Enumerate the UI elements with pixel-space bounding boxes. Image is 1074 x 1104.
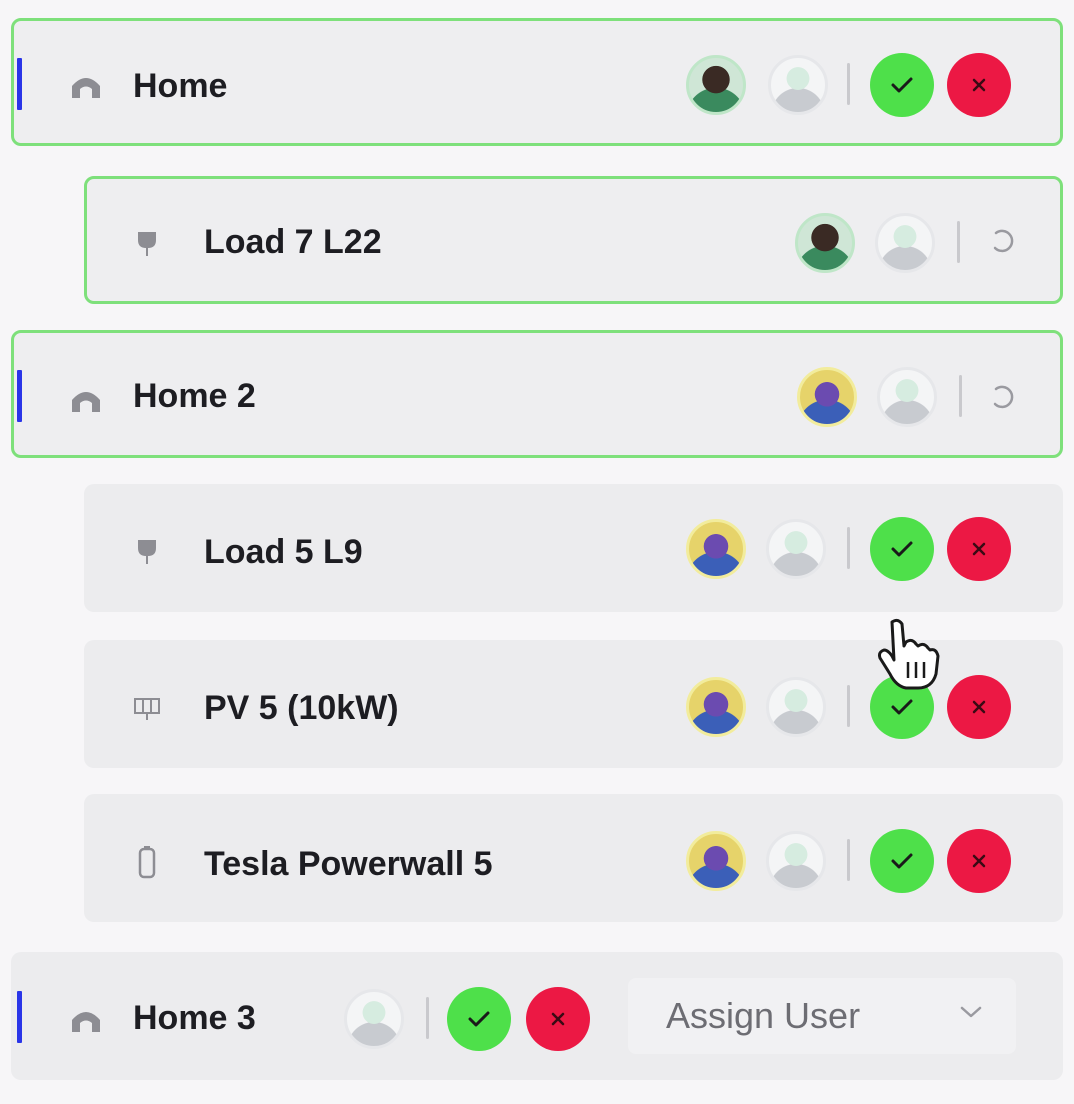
divider bbox=[847, 839, 850, 881]
avatar[interactable] bbox=[766, 831, 826, 891]
avatar[interactable] bbox=[768, 55, 828, 115]
plug-icon bbox=[127, 531, 167, 571]
solar-panel-icon bbox=[127, 687, 167, 727]
check-icon bbox=[891, 853, 913, 869]
close-icon bbox=[972, 700, 986, 714]
approve-button[interactable] bbox=[870, 53, 934, 117]
home-icon bbox=[66, 65, 106, 105]
close-icon bbox=[972, 854, 986, 868]
row-tesla-powerwall-5[interactable]: Tesla Powerwall 5 bbox=[84, 794, 1063, 922]
divider bbox=[426, 997, 429, 1039]
avatar[interactable] bbox=[686, 831, 746, 891]
row-home-2[interactable]: Home 2 bbox=[11, 330, 1063, 458]
avatar[interactable] bbox=[686, 519, 746, 579]
row-accent-bar bbox=[17, 991, 22, 1043]
row-label: Home 3 bbox=[133, 999, 256, 1037]
hand-cursor-icon bbox=[878, 618, 940, 690]
row-load-5-l9[interactable]: Load 5 L9 bbox=[84, 484, 1063, 612]
reject-button[interactable] bbox=[947, 675, 1011, 739]
loading-spinner-icon bbox=[982, 221, 1022, 261]
row-accent-bar bbox=[17, 58, 22, 110]
avatar[interactable] bbox=[766, 519, 826, 579]
reject-button[interactable] bbox=[526, 987, 590, 1051]
row-home[interactable]: Home bbox=[11, 18, 1063, 146]
avatar[interactable] bbox=[766, 677, 826, 737]
divider bbox=[847, 527, 850, 569]
check-icon bbox=[468, 1011, 490, 1027]
close-icon bbox=[972, 78, 986, 92]
check-icon bbox=[891, 699, 913, 715]
approve-button[interactable] bbox=[447, 987, 511, 1051]
assign-user-select[interactable]: Assign User bbox=[628, 978, 1016, 1054]
home-icon bbox=[66, 379, 106, 419]
avatar[interactable] bbox=[686, 677, 746, 737]
row-label: PV 5 (10kW) bbox=[204, 689, 399, 727]
row-label: Tesla Powerwall 5 bbox=[204, 845, 493, 883]
approve-button[interactable] bbox=[870, 517, 934, 581]
assign-user-value: Assign User bbox=[666, 995, 861, 1036]
check-icon bbox=[891, 541, 913, 557]
home-icon bbox=[66, 999, 106, 1039]
avatar[interactable] bbox=[877, 367, 937, 427]
row-label: Load 7 L22 bbox=[204, 223, 382, 261]
plug-icon bbox=[127, 223, 167, 263]
divider bbox=[847, 685, 850, 727]
loading-spinner-icon bbox=[982, 377, 1022, 417]
reject-button[interactable] bbox=[947, 53, 1011, 117]
check-icon bbox=[891, 77, 913, 93]
approve-button[interactable] bbox=[870, 829, 934, 893]
avatar[interactable] bbox=[686, 55, 746, 115]
divider bbox=[959, 375, 962, 417]
avatar[interactable] bbox=[875, 213, 935, 273]
close-icon bbox=[551, 1012, 565, 1026]
avatar[interactable] bbox=[795, 213, 855, 273]
row-label: Home bbox=[133, 67, 228, 105]
row-accent-bar bbox=[17, 370, 22, 422]
row-load-7-l22[interactable]: Load 7 L22 bbox=[84, 176, 1063, 304]
avatar[interactable] bbox=[797, 367, 857, 427]
chevron-down-icon bbox=[960, 1006, 982, 1018]
close-icon bbox=[972, 542, 986, 556]
divider bbox=[847, 63, 850, 105]
battery-icon bbox=[127, 843, 167, 883]
row-label: Home 2 bbox=[133, 377, 256, 415]
reject-button[interactable] bbox=[947, 517, 1011, 581]
divider bbox=[957, 221, 960, 263]
avatar[interactable] bbox=[344, 989, 404, 1049]
reject-button[interactable] bbox=[947, 829, 1011, 893]
row-label: Load 5 L9 bbox=[204, 533, 363, 571]
